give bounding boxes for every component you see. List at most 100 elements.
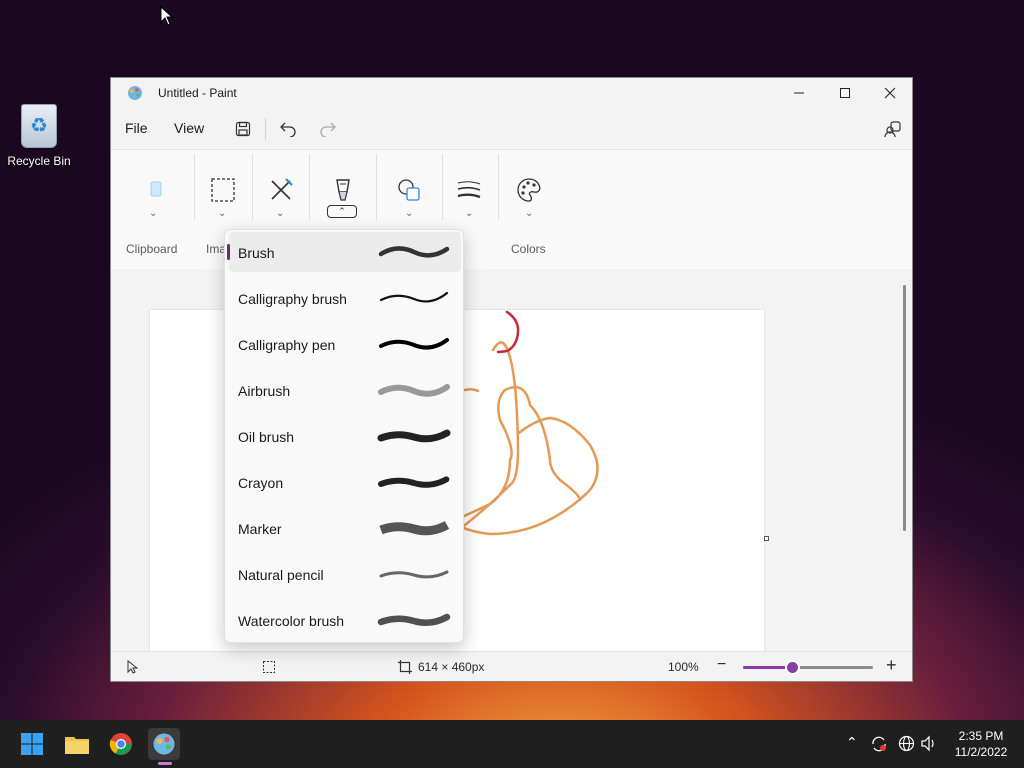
- paint-app-icon: [153, 733, 175, 755]
- paint-app-icon: [128, 86, 142, 100]
- clock-time: 2:35 PM: [958, 729, 1004, 743]
- brush-option-calligraphy-pen[interactable]: Calligraphy pen: [229, 324, 461, 364]
- colors-label: Colors: [511, 242, 546, 256]
- palette-icon[interactable]: [515, 176, 543, 204]
- file-explorer-button[interactable]: [61, 728, 93, 760]
- minimize-icon: [794, 92, 804, 94]
- canvas-resize-handle[interactable]: [764, 536, 769, 541]
- brush-option-label: Oil brush: [238, 429, 295, 445]
- chevron-down-icon[interactable]: ⌄: [405, 208, 413, 219]
- volume-icon[interactable]: [921, 735, 937, 752]
- clipboard-group: ⌄ Clipboard: [111, 150, 193, 269]
- colors-group: ⌄ Colors: [499, 150, 559, 269]
- paint-taskbar-button[interactable]: [148, 728, 180, 760]
- file-menu[interactable]: File: [125, 120, 148, 136]
- redo-button[interactable]: [315, 116, 341, 142]
- brush-option-crayon[interactable]: Crayon: [229, 462, 461, 502]
- oil-brush-stroke-preview: [377, 429, 451, 443]
- brush-option-marker[interactable]: Marker: [229, 508, 461, 548]
- select-rectangle-icon[interactable]: [209, 176, 237, 204]
- recycle-bin-label: Recycle Bin: [7, 154, 71, 168]
- calligraphy-brush-stroke-preview: [379, 291, 449, 303]
- view-menu[interactable]: View: [174, 120, 204, 136]
- brushes-dropdown-toggle[interactable]: ⌃: [327, 205, 357, 218]
- active-app-indicator: [158, 762, 172, 765]
- canvas-size-icon: [398, 660, 412, 674]
- chrome-icon: [109, 733, 132, 755]
- menu-separator: [265, 118, 266, 140]
- shapes-icon[interactable]: [395, 176, 423, 204]
- sync-icon[interactable]: [870, 735, 888, 753]
- brush-option-label: Watercolor brush: [238, 613, 345, 629]
- brush-icon[interactable]: [329, 176, 357, 204]
- image-label: Ima: [206, 242, 227, 256]
- clipboard-label: Clipboard: [126, 242, 178, 256]
- calligraphy-pen-stroke-preview: [379, 338, 449, 350]
- start-button[interactable]: [16, 728, 48, 760]
- brushes-dropdown: Brush Calligraphy brush Calligraphy pen …: [224, 229, 464, 643]
- airbrush-stroke-preview: [378, 384, 450, 397]
- brush-option-watercolor-brush[interactable]: Watercolor brush: [229, 600, 461, 640]
- chevron-down-icon[interactable]: ⌄: [276, 208, 284, 219]
- brush-option-label: Calligraphy pen: [238, 337, 336, 353]
- undo-button[interactable]: [275, 116, 301, 142]
- chevron-down-icon[interactable]: ⌄: [465, 208, 473, 219]
- maximize-icon: [840, 88, 850, 98]
- zoom-slider-thumb[interactable]: [787, 662, 798, 673]
- brush-option-brush[interactable]: Brush: [227, 232, 461, 272]
- zoom-level-text: 100%: [668, 660, 699, 674]
- redo-icon: [320, 122, 336, 137]
- chevron-down-icon[interactable]: ⌄: [149, 208, 157, 219]
- chevron-up-icon[interactable]: ⌃: [846, 734, 858, 751]
- zoom-slider[interactable]: [743, 662, 873, 673]
- brush-option-label: Natural pencil: [238, 567, 324, 583]
- pointer-position-icon: [127, 660, 139, 674]
- stroke-size-icon[interactable]: [455, 176, 483, 204]
- globe-icon[interactable]: [898, 735, 915, 752]
- tools-icon[interactable]: [267, 176, 295, 204]
- zoom-out-button[interactable]: −: [717, 656, 726, 674]
- folder-icon: [65, 737, 89, 754]
- clipboard-icon[interactable]: [142, 176, 170, 204]
- zoom-slider-fill: [743, 666, 792, 669]
- zoom-in-button[interactable]: +: [886, 655, 897, 676]
- brush-option-label: Calligraphy brush: [238, 291, 347, 307]
- window-title: Untitled - Paint: [158, 86, 237, 100]
- menu-bar: File View: [111, 108, 912, 148]
- close-button[interactable]: [867, 78, 912, 108]
- watercolor-brush-stroke-preview: [377, 613, 451, 627]
- vertical-scrollbar[interactable]: [903, 285, 906, 531]
- natural-pencil-stroke-preview: [379, 570, 449, 579]
- save-icon: [235, 121, 251, 137]
- chrome-button[interactable]: [105, 728, 137, 760]
- brush-option-label: Airbrush: [238, 383, 291, 399]
- chevron-down-icon[interactable]: ⌄: [218, 208, 226, 219]
- close-icon: [884, 87, 896, 99]
- save-button[interactable]: [230, 116, 256, 142]
- brush-stroke-preview: [378, 246, 450, 258]
- brush-option-oil-brush[interactable]: Oil brush: [229, 416, 461, 456]
- undo-icon: [280, 122, 296, 137]
- mouse-cursor-icon: [160, 6, 174, 26]
- chevron-down-icon[interactable]: ⌄: [525, 208, 533, 219]
- brush-option-label: Brush: [238, 245, 275, 261]
- brush-option-label: Marker: [238, 521, 282, 537]
- recycle-bin-icon: [21, 104, 57, 148]
- marker-stroke-preview: [379, 521, 450, 536]
- minimize-button[interactable]: [776, 78, 822, 108]
- selection-size-icon: [263, 661, 275, 673]
- brush-option-natural-pencil[interactable]: Natural pencil: [229, 554, 461, 594]
- canvas-size-text: 614 × 460px: [418, 660, 485, 674]
- recycle-bin-desktop-icon[interactable]: Recycle Bin: [6, 104, 72, 168]
- account-icon: [884, 121, 901, 138]
- brush-option-calligraphy-brush[interactable]: Calligraphy brush: [229, 278, 461, 318]
- taskbar-clock[interactable]: 2:35 PM 11/2/2022: [946, 728, 1016, 760]
- brush-option-label: Crayon: [238, 475, 284, 491]
- maximize-button[interactable]: [822, 78, 868, 108]
- title-bar[interactable]: Untitled - Paint: [111, 78, 912, 108]
- clock-date: 11/2/2022: [954, 745, 1008, 759]
- status-bar: 614 × 460px 100% − +: [111, 651, 912, 681]
- taskbar: ⌃ 2:35 PM 11/2/2022: [0, 720, 1024, 768]
- brush-option-airbrush[interactable]: Airbrush: [229, 370, 461, 410]
- account-button[interactable]: [880, 116, 906, 142]
